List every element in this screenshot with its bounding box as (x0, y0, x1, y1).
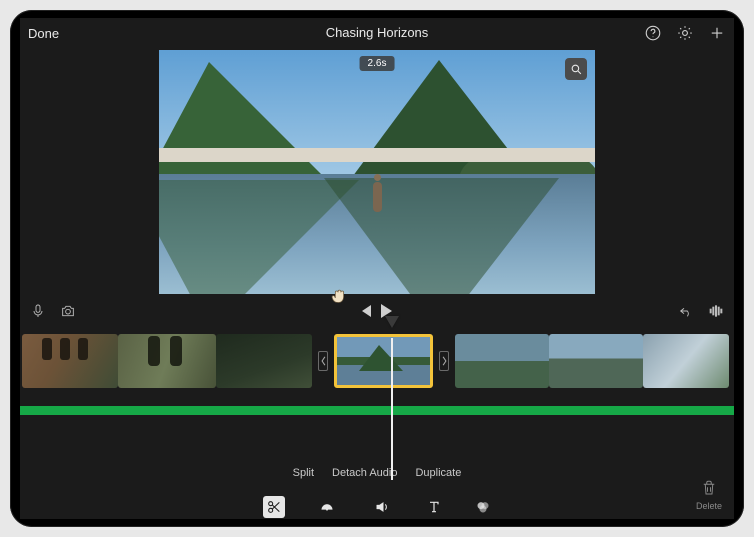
timeline-clip[interactable] (455, 334, 549, 388)
playhead-line[interactable] (391, 338, 393, 480)
transport-bar (20, 298, 734, 324)
timeline-clip[interactable] (643, 334, 729, 388)
audio-waveform-icon[interactable] (708, 303, 724, 319)
delete-label: Delete (696, 501, 722, 511)
settings-icon[interactable] (676, 24, 694, 42)
done-button[interactable]: Done (28, 26, 59, 41)
filters-tool[interactable]: Filters (471, 496, 496, 520)
volume-icon (374, 499, 390, 515)
preview-subject (373, 182, 382, 212)
delete-button[interactable]: Delete (696, 478, 722, 511)
project-title: Chasing Horizons (326, 25, 429, 40)
timeline-clip[interactable] (118, 334, 216, 388)
zoom-button[interactable] (565, 58, 587, 80)
help-icon[interactable] (644, 24, 662, 42)
tool-tray: Actions Speed Volume Titles Filters (20, 491, 734, 519)
timeline-clip[interactable] (216, 334, 312, 388)
add-media-icon[interactable] (708, 24, 726, 42)
step-back-button[interactable] (362, 305, 371, 317)
filters-icon (475, 499, 491, 515)
text-icon (426, 499, 442, 515)
volume-tool[interactable]: Volume (367, 496, 397, 520)
clip-duration-badge: 2.6s (360, 56, 395, 71)
scissors-icon (266, 499, 282, 515)
magnifier-icon (570, 63, 583, 76)
preview-viewport[interactable]: 2.6s (159, 50, 595, 294)
actions-tool[interactable]: Actions (259, 496, 289, 520)
clip-handle-icon (320, 355, 327, 367)
audio-track[interactable] (20, 406, 734, 415)
split-action[interactable]: Split (293, 467, 314, 487)
undo-icon[interactable] (678, 303, 694, 319)
speedometer-icon (319, 499, 335, 515)
detach-audio-action[interactable]: Detach Audio (332, 467, 397, 487)
transition-slot-left[interactable] (312, 334, 334, 388)
timeline-clip[interactable] (549, 334, 643, 388)
timeline-clip[interactable] (22, 334, 118, 388)
speed-tool[interactable]: Speed (314, 496, 340, 520)
trash-icon (700, 478, 718, 498)
playhead-marker-icon (385, 316, 399, 328)
header-bar: Done Chasing Horizons (20, 18, 734, 48)
titles-tool[interactable]: Titles (423, 496, 445, 520)
timeline[interactable] (20, 330, 734, 392)
clip-context-actions: Split Detach Audio Duplicate (20, 467, 734, 487)
duplicate-action[interactable]: Duplicate (415, 467, 461, 487)
timeline-clip-selected[interactable] (334, 334, 433, 388)
transition-slot-right[interactable] (433, 334, 455, 388)
clip-handle-icon (441, 355, 448, 367)
voiceover-mic-icon[interactable] (30, 303, 46, 319)
camera-icon[interactable] (60, 303, 76, 319)
